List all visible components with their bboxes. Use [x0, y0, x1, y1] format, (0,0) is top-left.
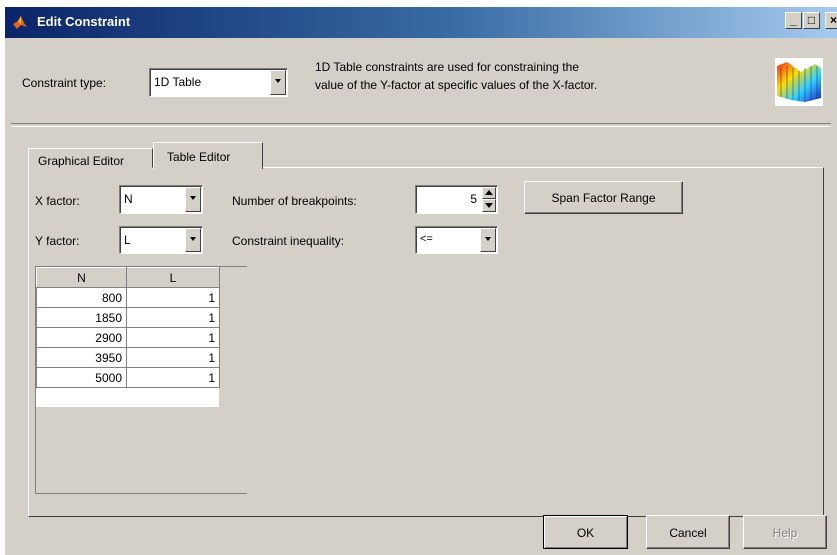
help-label: Help: [772, 526, 798, 540]
table-cell[interactable]: 2900: [36, 327, 127, 348]
x-factor-label: X factor:: [35, 194, 80, 208]
edit-constraint-dialog: Edit Constraint _ □ × Constraint type: 1…: [5, 7, 837, 555]
table-cell[interactable]: 1: [126, 367, 220, 388]
constraint-type-dropdown[interactable]: 1D Table: [149, 68, 288, 97]
matlab-logo-icon: [13, 16, 27, 29]
table-row: 3950 1: [36, 347, 220, 368]
column-header-n[interactable]: N: [36, 267, 127, 288]
breakpoints-label: Number of breakpoints:: [232, 194, 357, 208]
column-header-l[interactable]: L: [126, 267, 220, 288]
tab-table-editor[interactable]: Table Editor: [153, 142, 263, 169]
inequality-value: <=: [420, 233, 433, 245]
tab-graphical-editor-label: Graphical Editor: [38, 154, 125, 168]
table-cell[interactable]: 800: [36, 287, 127, 308]
surface-plot-icon: [775, 58, 823, 106]
breakpoint-table[interactable]: N L 800 1 1850 1 2900 1 3950 1 5000 1: [35, 266, 247, 494]
title-bar[interactable]: Edit Constraint _ □ ×: [5, 7, 837, 38]
table-row: 2900 1: [36, 327, 220, 348]
breakpoints-value: 5: [470, 192, 477, 206]
chevron-down-icon[interactable]: [270, 70, 286, 95]
constraint-type-value: 1D Table: [154, 75, 202, 89]
x-factor-dropdown[interactable]: N: [119, 185, 203, 214]
description-line-1: 1D Table constraints are used for constr…: [315, 60, 579, 74]
inequality-dropdown[interactable]: <=: [415, 226, 498, 254]
table-row: 5000 1: [36, 367, 220, 388]
chevron-down-icon[interactable]: [185, 228, 201, 252]
chevron-down-icon[interactable]: [185, 187, 201, 212]
table-cell[interactable]: 1850: [36, 307, 127, 328]
table-gutter: [219, 267, 247, 493]
y-factor-value: L: [124, 233, 131, 247]
tab-graphical-editor[interactable]: Graphical Editor: [28, 148, 153, 168]
table-row: 1850 1: [36, 307, 220, 328]
spin-up-icon[interactable]: [482, 187, 496, 199]
inequality-label: Constraint inequality:: [232, 234, 345, 248]
table-cell[interactable]: 1: [126, 287, 220, 308]
table-row: 800 1: [36, 287, 220, 308]
ok-label: OK: [576, 526, 595, 540]
close-button[interactable]: ×: [825, 12, 837, 29]
ok-button[interactable]: OK: [543, 515, 628, 549]
y-factor-dropdown[interactable]: L: [119, 226, 203, 254]
table-cell[interactable]: 1: [126, 307, 220, 328]
tab-table-editor-label: Table Editor: [167, 150, 231, 164]
header-divider: [11, 123, 831, 127]
description-line-2: value of the Y-factor at specific values…: [315, 78, 598, 92]
y-factor-label: Y factor:: [35, 234, 80, 248]
spin-down-icon[interactable]: [482, 199, 496, 212]
cancel-button[interactable]: Cancel: [646, 515, 730, 549]
span-factor-range-label: Span Factor Range: [551, 191, 656, 205]
x-factor-value: N: [124, 192, 133, 206]
minimize-button[interactable]: _: [785, 12, 802, 29]
chevron-down-icon[interactable]: [480, 228, 496, 252]
breakpoints-spinner[interactable]: 5: [415, 185, 498, 214]
table-cell[interactable]: 5000: [36, 367, 127, 388]
window-title: Edit Constraint: [37, 14, 131, 29]
maximize-button[interactable]: □: [803, 12, 820, 29]
constraint-type-label: Constraint type:: [22, 76, 107, 90]
help-button[interactable]: Help: [743, 515, 827, 549]
table-cell[interactable]: 3950: [36, 347, 127, 368]
cancel-label: Cancel: [669, 526, 707, 540]
breakpoint-grid: N L 800 1 1850 1 2900 1 3950 1 5000 1: [36, 267, 220, 388]
table-cell[interactable]: 1: [126, 327, 220, 348]
span-factor-range-button[interactable]: Span Factor Range: [524, 181, 683, 214]
table-empty-area: [36, 407, 219, 493]
table-cell[interactable]: 1: [126, 347, 220, 368]
